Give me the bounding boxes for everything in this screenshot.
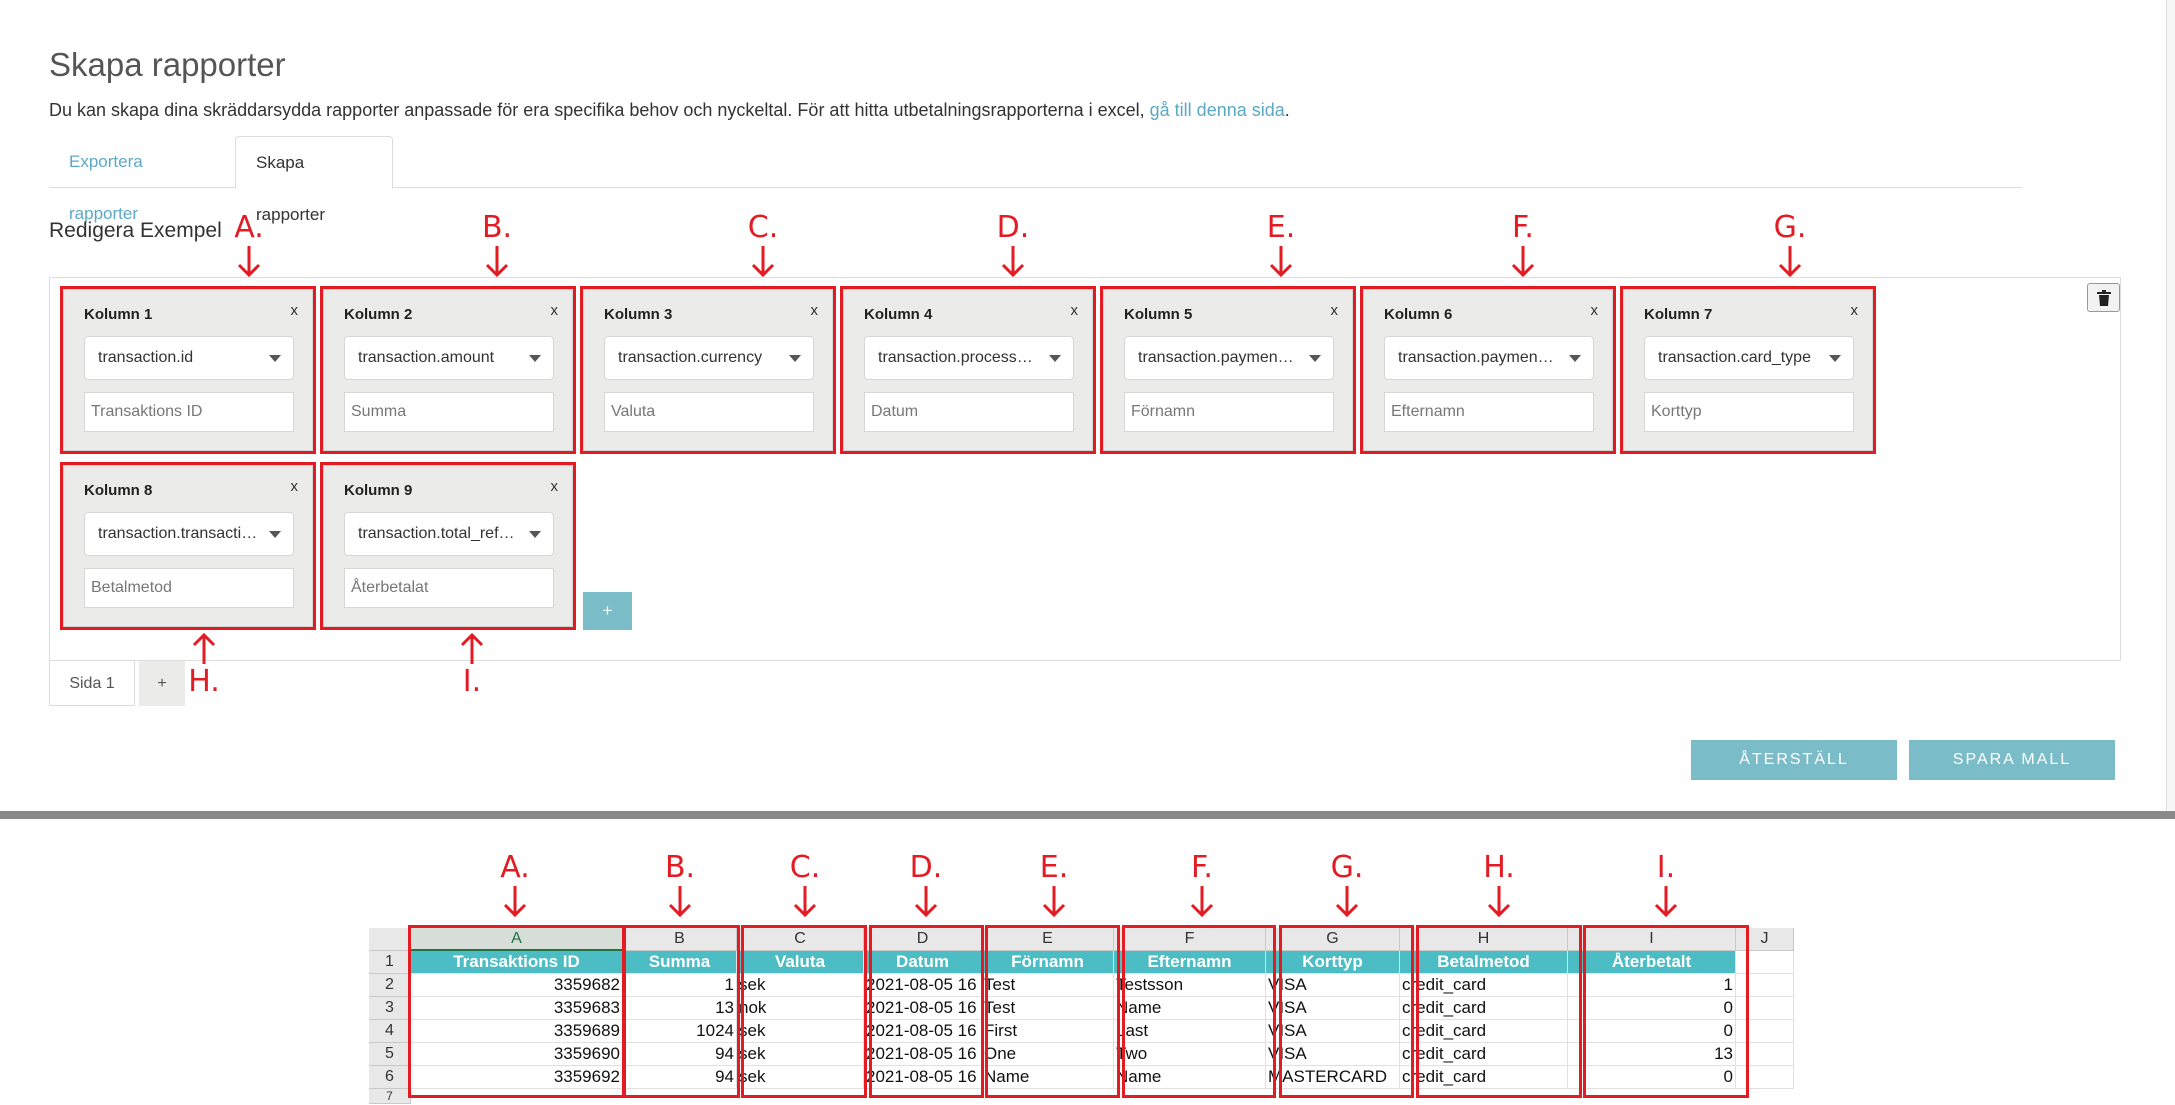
annotation-marker: I. bbox=[442, 632, 502, 702]
scrollbar[interactable] bbox=[2166, 0, 2175, 811]
tab-create-reports[interactable]: Skapa rapporter bbox=[235, 136, 393, 224]
annotation-marker: E. bbox=[1251, 210, 1311, 280]
annotation-letter: F. bbox=[1512, 210, 1534, 245]
sheet-row-number[interactable]: 5 bbox=[369, 1043, 411, 1066]
annotation-box bbox=[60, 462, 316, 630]
annotation-marker: D. bbox=[896, 850, 956, 920]
annotation-letter: A. bbox=[500, 850, 530, 885]
intro-description: Du kan skapa dina skräddarsydda rapporte… bbox=[49, 100, 1145, 120]
annotation-letter: D. bbox=[909, 850, 943, 885]
sheet-row-number[interactable]: 4 bbox=[369, 1020, 411, 1043]
annotation-letter: F. bbox=[1191, 850, 1213, 885]
annotation-letter: G. bbox=[1330, 850, 1364, 885]
arrow-down-icon bbox=[1001, 246, 1025, 278]
arrow-down-icon bbox=[1335, 886, 1359, 918]
sheet-row-number[interactable]: 2 bbox=[369, 974, 411, 997]
sheet-corner[interactable] bbox=[369, 928, 411, 951]
annotation-box bbox=[320, 286, 576, 454]
annotation-box bbox=[623, 925, 740, 1098]
annotation-box bbox=[1122, 925, 1276, 1098]
trash-icon bbox=[2096, 289, 2111, 306]
annotation-box bbox=[1100, 286, 1356, 454]
sheet-row-number[interactable]: 7 bbox=[369, 1089, 411, 1104]
sheet-row-number[interactable]: 3 bbox=[369, 997, 411, 1020]
sheet-row-number[interactable]: 6 bbox=[369, 1066, 411, 1089]
annotation-box bbox=[741, 925, 867, 1098]
annotation-marker: G. bbox=[1760, 210, 1820, 280]
annotation-letter: I. bbox=[462, 664, 482, 699]
annotation-letter: H. bbox=[188, 664, 220, 699]
arrow-down-icon bbox=[1269, 246, 1293, 278]
annotation-letter: B. bbox=[481, 210, 513, 245]
payout-reports-link[interactable]: gå till denna sida bbox=[1150, 100, 1285, 120]
section-title: Redigera Exempel bbox=[49, 219, 222, 242]
annotation-marker: A. bbox=[485, 850, 545, 920]
arrow-down-icon bbox=[1190, 886, 1214, 918]
arrow-down-icon bbox=[668, 886, 692, 918]
arrow-down-icon bbox=[1654, 886, 1678, 918]
annotation-marker: A. bbox=[219, 210, 279, 280]
annotation-box bbox=[1620, 286, 1876, 454]
annotation-marker: H. bbox=[1469, 850, 1529, 920]
annotation-box bbox=[1416, 925, 1582, 1098]
annotation-box bbox=[1360, 286, 1616, 454]
tab-export-reports[interactable]: Exportera rapporter bbox=[49, 136, 231, 223]
arrow-down-icon bbox=[751, 246, 775, 278]
annotation-letter: B. bbox=[664, 850, 696, 885]
annotation-marker: E. bbox=[1024, 850, 1084, 920]
page-title: Skapa rapporter bbox=[49, 46, 286, 83]
report-tabs: Exportera rapporter Skapa rapporter bbox=[49, 136, 2022, 224]
annotation-marker: F. bbox=[1172, 850, 1232, 920]
arrow-down-icon bbox=[1778, 246, 1802, 278]
annotation-marker: F. bbox=[1493, 210, 1553, 280]
annotation-letter: D. bbox=[996, 210, 1030, 245]
arrow-down-icon bbox=[793, 886, 817, 918]
annotation-letter: E. bbox=[1266, 210, 1296, 245]
annotation-letter: C. bbox=[789, 850, 821, 885]
annotation-box bbox=[840, 286, 1096, 454]
annotation-letter: H. bbox=[1483, 850, 1515, 885]
reset-button[interactable]: ÅTERSTÄLL bbox=[1691, 740, 1897, 780]
add-column-button[interactable]: + bbox=[583, 592, 632, 630]
arrow-up-icon bbox=[460, 632, 484, 664]
arrow-down-icon bbox=[503, 886, 527, 918]
intro-end: . bbox=[1284, 100, 1290, 120]
annotation-marker: C. bbox=[733, 210, 793, 280]
page-tab-1[interactable]: Sida 1 bbox=[49, 661, 135, 706]
arrow-down-icon bbox=[1487, 886, 1511, 918]
annotation-marker: B. bbox=[650, 850, 710, 920]
annotation-marker: H. bbox=[174, 632, 234, 702]
annotation-box bbox=[408, 925, 625, 1098]
annotation-letter: E. bbox=[1039, 850, 1069, 885]
annotation-box bbox=[580, 286, 836, 454]
arrow-down-icon bbox=[485, 246, 509, 278]
annotation-letter: C. bbox=[747, 210, 779, 245]
annotation-box bbox=[869, 925, 984, 1098]
annotation-marker: D. bbox=[983, 210, 1043, 280]
annotation-marker: B. bbox=[467, 210, 527, 280]
annotation-letter: G. bbox=[1773, 210, 1807, 245]
annotation-marker: I. bbox=[1636, 850, 1696, 920]
sheet-row-number[interactable]: 1 bbox=[369, 951, 411, 974]
arrow-down-icon bbox=[237, 246, 261, 278]
delete-template-button[interactable] bbox=[2087, 283, 2120, 312]
arrow-up-icon bbox=[192, 632, 216, 664]
intro-text: Du kan skapa dina skräddarsydda rapporte… bbox=[49, 100, 1290, 121]
annotation-box bbox=[320, 462, 576, 630]
screenshot-divider bbox=[0, 811, 2175, 819]
annotation-box bbox=[1583, 925, 1749, 1098]
annotation-box bbox=[985, 925, 1120, 1098]
annotation-box bbox=[1279, 925, 1414, 1098]
annotation-letter: I. bbox=[1656, 850, 1676, 885]
save-template-button[interactable]: SPARA MALL bbox=[1909, 740, 2115, 780]
annotation-letter: A. bbox=[234, 210, 264, 245]
annotation-box bbox=[60, 286, 316, 454]
annotation-marker: C. bbox=[775, 850, 835, 920]
arrow-down-icon bbox=[1511, 246, 1535, 278]
arrow-down-icon bbox=[914, 886, 938, 918]
arrow-down-icon bbox=[1042, 886, 1066, 918]
annotation-marker: G. bbox=[1317, 850, 1377, 920]
